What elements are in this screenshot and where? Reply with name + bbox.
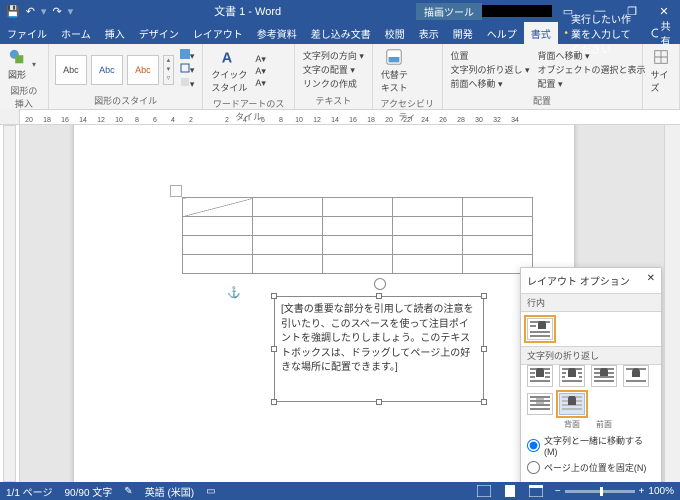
zoom-slider[interactable]: −+ 100% bbox=[555, 486, 674, 497]
svg-text:A: A bbox=[222, 50, 233, 66]
close-button[interactable]: ✕ bbox=[648, 5, 680, 18]
wrap-inline-icon[interactable] bbox=[527, 318, 553, 340]
ribbon-tabs: ファイルホーム挿入デザインレイアウト参考資料差し込み文書校閲表示開発ヘルプ書式実… bbox=[0, 22, 680, 44]
wrap-behind-icon[interactable] bbox=[527, 393, 553, 415]
table-move-handle[interactable] bbox=[170, 185, 182, 197]
page[interactable]: ⚓ [文書の重要な部分を引用して読者の注意を引いたり、このスペースを使って注目ポ… bbox=[74, 125, 574, 482]
ribbon: 図形 ▾ 図形の挿入 Abc Abc Abc ▴▾▿ ▾ ▾ ▾ 図形のスタイル… bbox=[0, 44, 680, 110]
ime-status[interactable]: ▭ bbox=[206, 486, 215, 497]
send-backward-button[interactable]: 背面へ移動 ▾ bbox=[536, 49, 648, 62]
anchor-icon: ⚓ bbox=[227, 286, 241, 299]
word-count[interactable]: 90/90 文字 bbox=[64, 484, 112, 499]
tab-11[interactable]: 書式 bbox=[524, 22, 558, 44]
web-layout-icon[interactable] bbox=[529, 485, 543, 497]
rotate-handle[interactable] bbox=[374, 278, 386, 290]
align-button[interactable]: 配置 ▾ bbox=[536, 77, 648, 90]
save-icon[interactable]: 💾 bbox=[6, 5, 20, 18]
text-fill-button[interactable]: A▾ bbox=[253, 54, 268, 65]
tab-8[interactable]: 表示 bbox=[412, 22, 446, 44]
shape-style-1[interactable]: Abc bbox=[55, 55, 87, 85]
quick-access-toolbar: 💾 ↶ ▾ ↷ ▾ bbox=[0, 5, 79, 18]
language-status[interactable]: 英語 (米国) bbox=[145, 484, 194, 499]
style-gallery-scroll[interactable]: ▴▾▿ bbox=[163, 55, 174, 85]
text-effects-button[interactable]: A▾ bbox=[253, 78, 268, 89]
tab-5[interactable]: 参考資料 bbox=[250, 22, 304, 44]
shape-fill-button[interactable]: ▾ bbox=[178, 49, 197, 62]
document-area[interactable]: ⚓ [文書の重要な部分を引用して読者の注意を引いたり、このスペースを使って注目ポ… bbox=[20, 125, 664, 482]
text-group-list: 文字列の方向 ▾ 文字の配置 ▾ リンクの作成 bbox=[301, 49, 366, 90]
fix-position-radio[interactable]: ページ上の位置を固定(N) bbox=[521, 459, 661, 476]
inline-section-label: 行内 bbox=[521, 293, 661, 312]
read-mode-icon[interactable] bbox=[477, 485, 491, 497]
wrap-tight-icon[interactable] bbox=[559, 365, 585, 387]
layout-options-popup: レイアウト オプション ✕ 行内 文字列の折り返し 背面前面 文字 bbox=[520, 267, 662, 482]
shape-style-3[interactable]: Abc bbox=[127, 55, 159, 85]
wrap-section-label: 文字列の折り返し bbox=[521, 346, 661, 365]
shapes-button[interactable]: 図形 bbox=[6, 46, 28, 83]
tab-2[interactable]: 挿入 bbox=[98, 22, 132, 44]
document-title: 文書 1 - Word bbox=[79, 3, 416, 19]
page-count[interactable]: 1/1 ページ bbox=[6, 484, 52, 499]
wrap-topbottom-icon[interactable] bbox=[623, 365, 649, 387]
create-link-button[interactable]: リンクの作成 bbox=[301, 77, 366, 90]
redo-icon[interactable]: ↷ bbox=[52, 5, 61, 18]
move-with-text-radio[interactable]: 文字列と一緒に移動する(M) bbox=[521, 432, 661, 459]
tab-0[interactable]: ファイル bbox=[0, 22, 54, 44]
position-button[interactable]: 位置 bbox=[449, 49, 532, 62]
status-bar: 1/1 ページ 90/90 文字 ✎ 英語 (米国) ▭ −+ 100% bbox=[0, 482, 680, 500]
see-more-link[interactable]: 詳細表示... bbox=[521, 476, 661, 482]
contextual-tool-tab: 描画ツール bbox=[416, 3, 552, 20]
text-direction-button[interactable]: 文字列の方向 ▾ bbox=[301, 49, 366, 62]
shape-effects-button[interactable]: ▾ bbox=[178, 77, 197, 90]
shape-outline-button[interactable]: ▾ bbox=[178, 63, 197, 76]
quick-styles-button[interactable]: A クイック スタイル bbox=[209, 46, 249, 96]
alt-text-button[interactable]: 代替テ キスト bbox=[379, 46, 410, 96]
zoom-level[interactable]: 100% bbox=[648, 486, 674, 497]
wrap-text-button[interactable]: 文字列の折り返し ▾ bbox=[449, 63, 532, 76]
vertical-ruler[interactable] bbox=[0, 125, 20, 482]
text-box[interactable]: [文書の重要な部分を引用して読者の注意を引いたり、このスペースを使って注目ポイン… bbox=[274, 296, 484, 402]
document-table[interactable] bbox=[182, 197, 533, 274]
close-icon[interactable]: ✕ bbox=[647, 273, 655, 288]
spell-check-icon[interactable]: ✎ bbox=[124, 486, 132, 497]
tab-3[interactable]: デザイン bbox=[132, 22, 186, 44]
horizontal-ruler[interactable]: 2018161412108642246810121416182022242628… bbox=[0, 110, 680, 125]
wrap-front-icon[interactable] bbox=[559, 393, 585, 415]
selection-pane-button[interactable]: オブジェクトの選択と表示 bbox=[536, 63, 648, 76]
tab-6[interactable]: 差し込み文書 bbox=[304, 22, 378, 44]
tab-9[interactable]: 開発 bbox=[446, 22, 480, 44]
tab-1[interactable]: ホーム bbox=[54, 22, 98, 44]
vertical-scrollbar[interactable] bbox=[664, 125, 680, 482]
size-button[interactable]: サイズ bbox=[649, 46, 674, 96]
tab-7[interactable]: 校閲 bbox=[378, 22, 412, 44]
tab-10[interactable]: ヘルプ bbox=[480, 22, 524, 44]
text-outline-button[interactable]: A▾ bbox=[253, 66, 268, 77]
wrap-through-icon[interactable] bbox=[591, 365, 617, 387]
wrap-square-icon[interactable] bbox=[527, 365, 553, 387]
tab-4[interactable]: レイアウト bbox=[186, 22, 250, 44]
layout-options-title: レイアウト オプション bbox=[527, 273, 630, 288]
undo-icon[interactable]: ↶ bbox=[26, 5, 35, 18]
text-align-button[interactable]: 文字の配置 ▾ bbox=[301, 63, 366, 76]
bring-forward-button[interactable]: 前面へ移動 ▾ bbox=[449, 77, 532, 90]
shape-style-2[interactable]: Abc bbox=[91, 55, 123, 85]
print-layout-icon[interactable] bbox=[503, 485, 517, 497]
